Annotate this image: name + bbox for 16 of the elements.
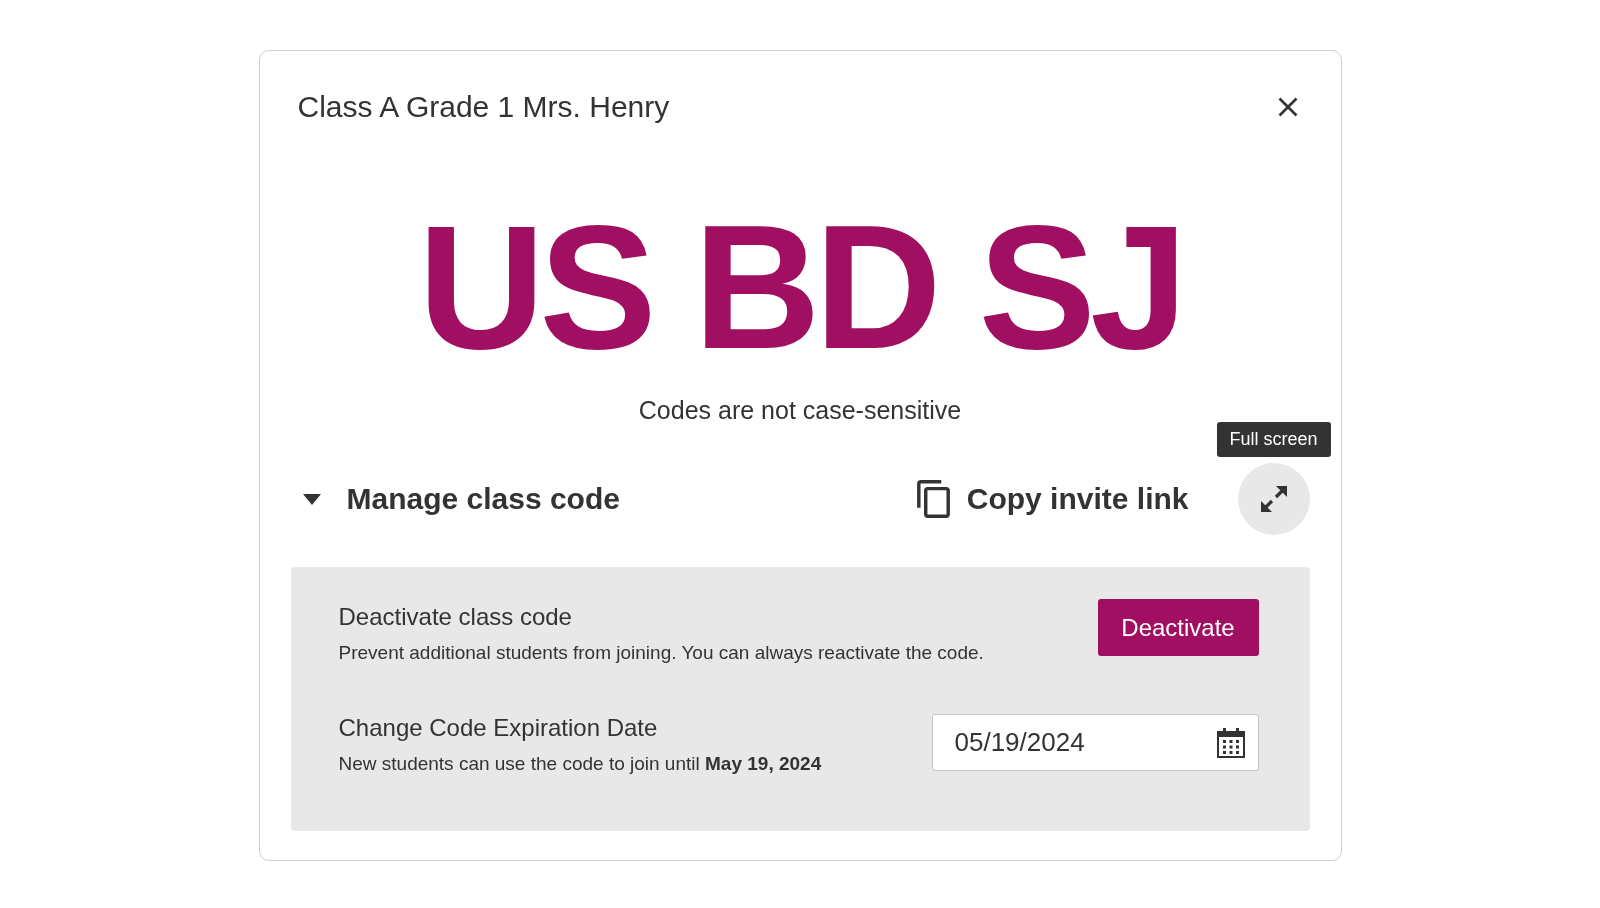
class-code: US BD SJ [417,199,1183,375]
code-note: Codes are not case-sensitive [637,395,963,425]
manage-toggle[interactable]: Manage class code [302,482,620,516]
setting-title: Change Code Expiration Date [338,713,659,743]
setting-description: Prevent additional students from joining. You can always reactivate the code. [338,641,984,665]
tooltip: Full screen [1216,422,1331,457]
setting-description: New students can use the code to join until May 19, 2024 [338,752,822,776]
close-icon [1277,97,1298,117]
date-field[interactable]: 05/19/2024 [931,714,1259,771]
copy-icon [916,480,950,518]
copy-link-button[interactable]: Copy invite link [916,480,1189,518]
calendar-icon [1216,727,1245,758]
setting-title: Deactivate class code [338,602,573,632]
expand-icon [1258,484,1289,514]
deactivate-button[interactable]: Deactivate [1097,599,1259,656]
dialog-title: Class A Grade 1 Mrs. Henry [297,89,670,125]
